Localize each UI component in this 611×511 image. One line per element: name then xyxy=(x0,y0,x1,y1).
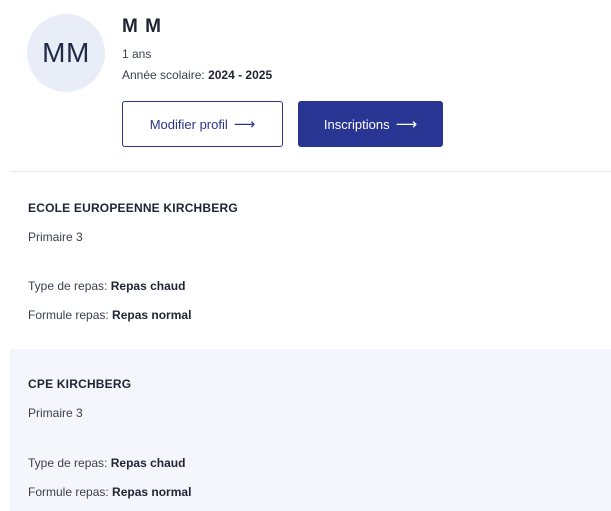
avatar-initials: MM xyxy=(42,37,90,68)
meal-type-label: Type de repas: xyxy=(28,456,108,470)
arrow-right-icon: ⟶ xyxy=(233,115,256,133)
meal-formula: Formule repas: Repas normal xyxy=(28,485,191,499)
meal-formula: Formule repas: Repas normal xyxy=(28,308,191,322)
meal-type: Type de repas: Repas chaud xyxy=(28,456,185,470)
school-year-value: 2024 - 2025 xyxy=(208,68,273,82)
avatar: MM xyxy=(27,14,105,92)
meal-type-value: Repas chaud xyxy=(110,456,186,470)
child-name: M M xyxy=(122,16,162,37)
enrollment-card: ECOLE EUROPEENNE KIRCHBERG Primaire 3 Ty… xyxy=(10,172,611,348)
school-year-label: Année scolaire: xyxy=(122,68,205,82)
school-name: CPE KIRCHBERG xyxy=(28,377,132,391)
meal-formula-label: Formule repas: xyxy=(28,485,109,499)
meal-formula-value: Repas normal xyxy=(112,308,192,322)
meal-type-label: Type de repas: xyxy=(28,279,108,293)
meal-formula-value: Repas normal xyxy=(112,485,192,499)
child-age: 1 ans xyxy=(122,47,152,61)
profile-header: MM M M 1 ans Année scolaire: 2024 - 2025… xyxy=(0,0,611,172)
registrations-button[interactable]: Inscriptions ⟶ xyxy=(298,101,443,147)
edit-profile-button[interactable]: Modifier profil ⟶ xyxy=(122,101,283,147)
child-profile-page: MM M M 1 ans Année scolaire: 2024 - 2025… xyxy=(0,0,611,511)
meal-type-value: Repas chaud xyxy=(110,279,186,293)
enrollment-card: CPE KIRCHBERG Primaire 3 Type de repas: … xyxy=(10,349,611,511)
school-name: ECOLE EUROPEENNE KIRCHBERG xyxy=(28,201,238,215)
meal-formula-label: Formule repas: xyxy=(28,308,109,322)
meal-type: Type de repas: Repas chaud xyxy=(28,279,185,293)
registrations-label: Inscriptions xyxy=(323,116,390,132)
arrow-right-icon: ⟶ xyxy=(395,115,418,133)
school-year: Année scolaire: 2024 - 2025 xyxy=(122,68,272,82)
grade-level: Primaire 3 xyxy=(28,230,83,244)
edit-profile-label: Modifier profil xyxy=(149,116,228,132)
grade-level: Primaire 3 xyxy=(28,406,83,420)
